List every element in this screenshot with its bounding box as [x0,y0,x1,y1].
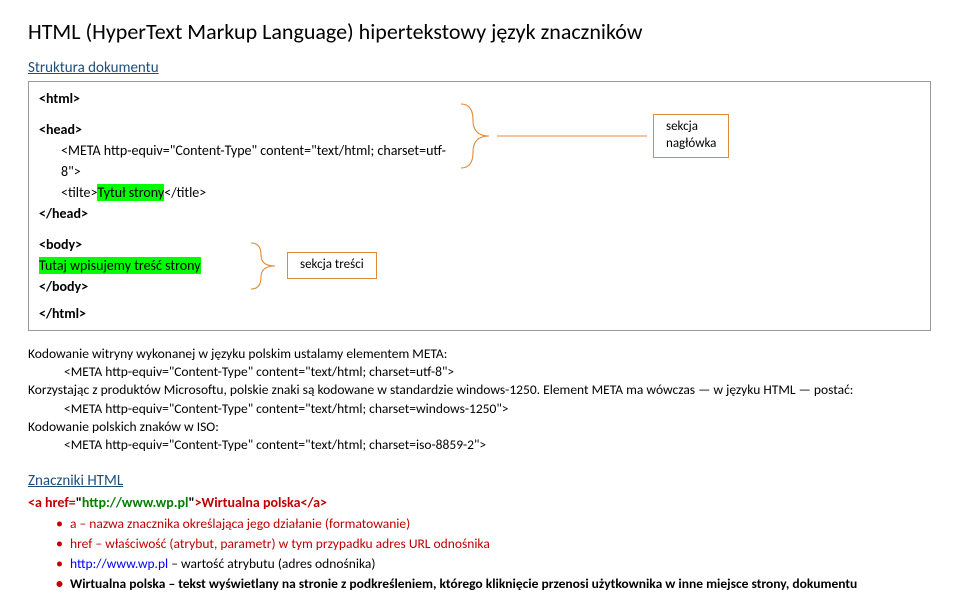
bullet-list: a – nazwa znacznika określająca jego dzi… [28,515,931,592]
link-example: <a href="http://www.wp.pl">Wirtualna pol… [28,494,931,511]
explain-l5: Kodowanie polskich znaków w ISO: [28,418,931,436]
bullet-href: href – właściwość (atrybut, parametr) w … [56,535,931,552]
section-struktura: Struktura dokumentu [28,59,931,77]
brace-icon [249,241,277,291]
annotation-head: sekcjanagłówka [459,102,729,170]
bullet-wirtualna: Wirtualna polska – tekst wyświetlany na … [56,575,931,592]
callout-body: sekcja treści [287,252,377,279]
callout-head: sekcjanagłówka [653,114,729,158]
brace-icon [459,102,491,170]
arrow-line-icon [497,130,647,142]
page-title: HTML (HyperText Markup Language) hiperte… [28,18,931,45]
section-znaczniki: Znaczniki HTML [28,472,931,490]
code-body-text: Tutaj wpisujemy treść strony [39,255,239,276]
bullet-a: a – nazwa znacznika określająca jego dzi… [56,515,931,532]
explain-l1: Kodowanie witryny wykonanej w języku pol… [28,345,931,363]
code-box: <html> <head> <META http-equiv="Content-… [28,81,931,331]
code-html-close: </html> [39,303,920,324]
explain-l3: Korzystając z produktów Microsoftu, pols… [28,381,931,399]
explain-l4: <META http-equiv="Content-Type" content=… [64,400,931,418]
explain-l2: <META http-equiv="Content-Type" content=… [64,363,931,381]
code-body-close: </body> [39,276,239,297]
code-head-close: </head> [39,203,459,224]
explain-block: Kodowanie witryny wykonanej w języku pol… [28,345,931,454]
explain-l6: <META http-equiv="Content-Type" content=… [64,436,931,454]
code-meta: <META http-equiv="Content-Type" content=… [61,140,459,182]
bullet-url: http://www.wp.pl – wartość atrybutu (adr… [56,555,931,572]
code-head-open: <head> [39,119,459,140]
code-html-open: <html> [39,88,459,109]
code-title-line: <tilte>Tytuł strony</title> [61,182,459,203]
code-body-open: <body> [39,234,239,255]
